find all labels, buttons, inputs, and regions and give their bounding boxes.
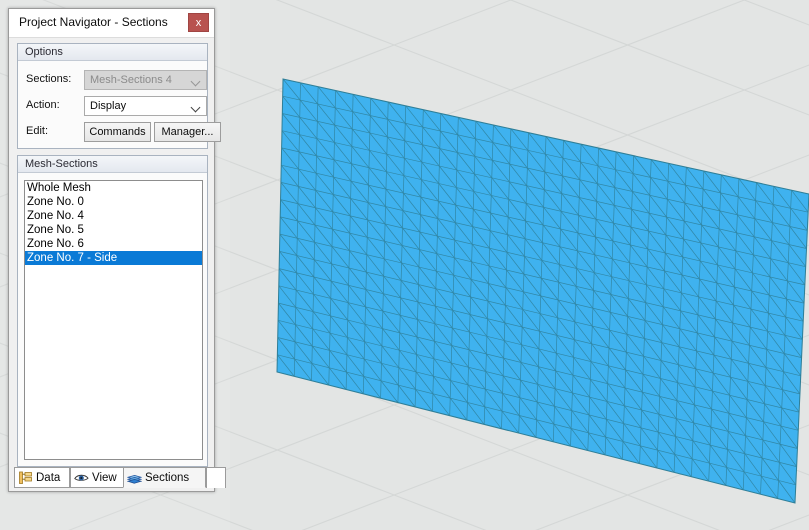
- action-combobox[interactable]: Display: [84, 96, 207, 116]
- sections-label: Sections:: [26, 73, 72, 85]
- navigator-tabstrip: Data View Sections: [14, 466, 226, 488]
- tree-hierarchy-icon: [18, 471, 33, 485]
- list-item[interactable]: Zone No. 5: [25, 223, 202, 237]
- tab-data-label: Data: [36, 471, 61, 484]
- list-item[interactable]: Zone No. 7 - Side: [25, 251, 202, 265]
- sections-row: Sections: Mesh-Sections 4: [18, 70, 207, 90]
- close-icon[interactable]: x: [188, 13, 209, 32]
- chevron-down-icon: [192, 104, 200, 109]
- manager-button[interactable]: Manager...: [154, 122, 221, 142]
- list-item[interactable]: Whole Mesh: [25, 181, 202, 195]
- action-row: Action: Display: [18, 96, 207, 116]
- sections-combobox-value: Mesh-Sections 4: [90, 74, 172, 86]
- list-item[interactable]: Zone No. 0: [25, 195, 202, 209]
- sections-combobox[interactable]: Mesh-Sections 4: [84, 70, 207, 90]
- edit-label: Edit:: [26, 125, 49, 137]
- chevron-down-icon: [192, 78, 200, 83]
- application-window: Project Navigator - Sections x Options S…: [0, 0, 809, 530]
- tab-view[interactable]: View: [70, 467, 124, 488]
- eye-icon: [74, 471, 89, 485]
- list-item[interactable]: Zone No. 4: [25, 209, 202, 223]
- commands-button[interactable]: Commands: [84, 122, 151, 142]
- options-group: Options Sections: Mesh-Sections 4 Action…: [17, 43, 221, 149]
- list-item[interactable]: Zone No. 6: [25, 237, 202, 251]
- mesh-sections-group: Mesh-Sections Whole Mesh Zone No. 0 Zone N…: [17, 155, 208, 467]
- dialog-titlebar[interactable]: Project Navigator - Sections x: [9, 9, 214, 38]
- options-group-title: Options: [18, 44, 207, 61]
- tab-data[interactable]: Data: [14, 467, 70, 488]
- action-label: Action:: [26, 99, 60, 111]
- tab-sections-label: Sections: [145, 471, 190, 484]
- tabstrip-filler: [206, 467, 226, 488]
- tab-sections[interactable]: Sections: [123, 467, 206, 488]
- project-navigator-dialog[interactable]: Project Navigator - Sections x Options S…: [8, 8, 226, 492]
- layers-icon: [126, 471, 143, 485]
- edit-row: Edit: Commands Manager...: [18, 122, 221, 142]
- dialog-title: Project Navigator - Sections: [19, 15, 168, 29]
- action-combobox-value: Display: [90, 100, 127, 112]
- tab-view-label: View: [92, 471, 117, 484]
- mesh-sections-group-title: Mesh-Sections: [18, 156, 207, 173]
- mesh-sections-listbox[interactable]: Whole Mesh Zone No. 0 Zone No. 4 Zone No. 5…: [24, 180, 203, 460]
